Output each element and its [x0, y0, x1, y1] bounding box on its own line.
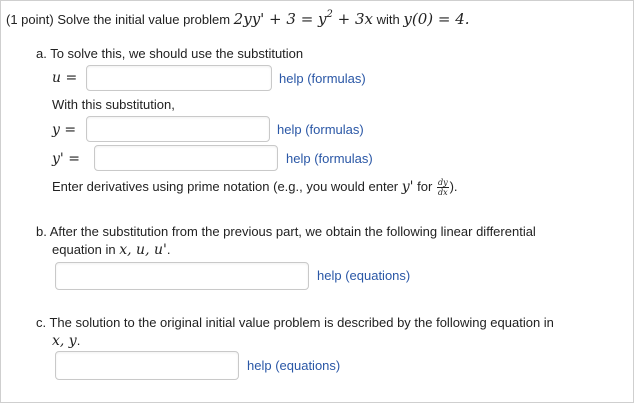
yprime-help-link[interactable]: help (formulas) [286, 151, 373, 166]
problem-statement: (1 point) Solve the initial value proble… [6, 9, 470, 29]
u-label: u = [52, 70, 78, 86]
part-c-variables: x, y [52, 333, 77, 349]
yprime-input[interactable] [94, 145, 278, 171]
part-b-equation-input[interactable] [55, 262, 309, 290]
part-c-prompt-line1: c. The solution to the original initial … [36, 315, 554, 330]
y-input[interactable] [86, 116, 270, 142]
part-b-prompt-line2: equation in x, u, u'. [52, 242, 171, 258]
with-substitution-text: With this substitution, [52, 97, 175, 112]
part-b-help-link[interactable]: help (equations) [317, 268, 410, 283]
dy-dx-fraction: dy dx [436, 178, 449, 197]
with-word: with [376, 12, 400, 27]
ode-equation: 2yy' + 3 = y2 + 3x [233, 9, 373, 29]
initial-condition: y(0) = 4. [403, 10, 470, 28]
part-b-prompt-line1: b. After the substitution from the previ… [36, 224, 536, 239]
part-b-variables: x, u, u' [119, 242, 167, 258]
u-input[interactable] [86, 65, 272, 91]
part-c-equation-input[interactable] [55, 351, 239, 380]
y-help-link[interactable]: help (formulas) [277, 122, 364, 137]
u-help-link[interactable]: help (formulas) [279, 71, 366, 86]
yprime-notation: y' [401, 178, 414, 195]
part-c-help-link[interactable]: help (equations) [247, 358, 340, 373]
part-a-prompt: a. To solve this, we should use the subs… [36, 46, 304, 61]
derivative-note: Enter derivatives using prime notation (… [52, 178, 458, 197]
problem-intro: Solve the initial value problem [57, 12, 231, 27]
y-label: y = [52, 122, 77, 138]
points-label: (1 point) [6, 12, 54, 27]
yprime-label: y' = [52, 151, 80, 167]
part-c-prompt-line2: x, y. [52, 333, 81, 349]
